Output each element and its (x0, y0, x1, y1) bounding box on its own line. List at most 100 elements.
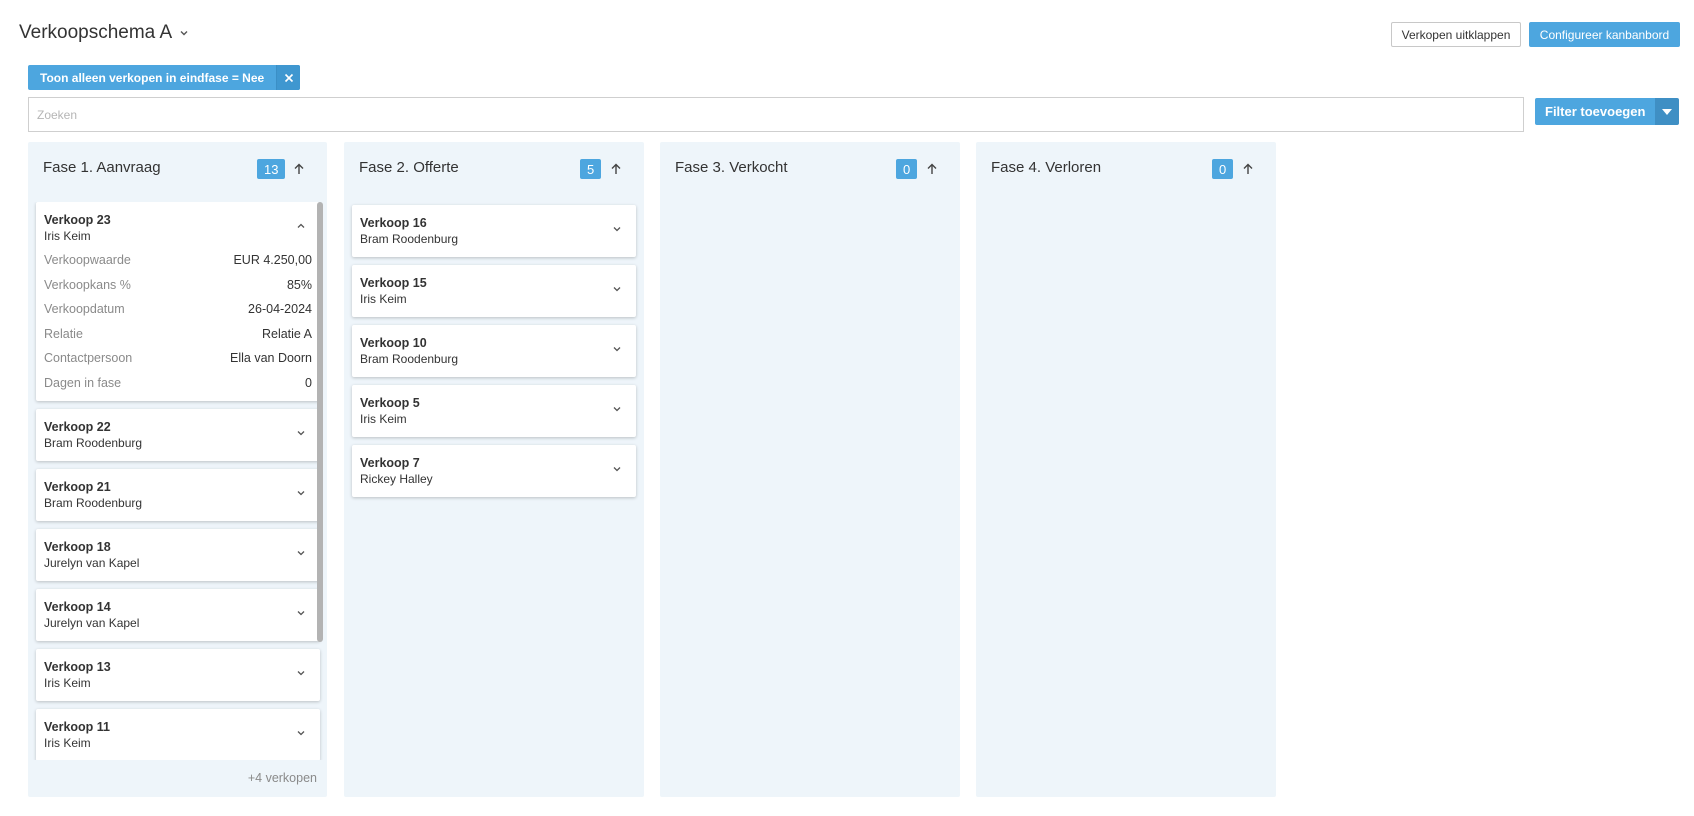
sort-arrow-up-icon[interactable] (1240, 161, 1256, 177)
sale-card-title: Verkoop 7 (360, 456, 420, 470)
sale-card[interactable]: Verkoop 18 Jurelyn van Kapel (36, 529, 320, 581)
detail-row: Contactpersoon Ella van Doorn (36, 346, 320, 371)
detail-row: Relatie Relatie A (36, 322, 320, 347)
chevron-down-icon (180, 31, 188, 36)
sale-card[interactable]: Verkoop 10 Bram Roodenburg (352, 325, 636, 377)
sort-arrow-up-icon[interactable] (608, 161, 624, 177)
column-card-list: Verkoop 16 Bram Roodenburg Verkoop 15 Iris… (352, 205, 636, 505)
chevron-down-icon[interactable] (611, 403, 623, 415)
detail-row: Dagen in fase 0 (36, 371, 320, 396)
sale-card[interactable]: Verkoop 13 Iris Keim (36, 649, 320, 701)
sale-card-title: Verkoop 22 (44, 420, 111, 434)
sale-card-person: Jurelyn van Kapel (44, 556, 140, 570)
sort-arrow-up-icon[interactable] (291, 161, 307, 177)
chevron-down-icon[interactable] (611, 343, 623, 355)
detail-label: Dagen in fase (44, 375, 122, 390)
sale-card-title: Verkoop 21 (44, 480, 111, 494)
sale-card-person: Bram Roodenburg (44, 496, 143, 510)
chevron-down-icon[interactable] (295, 727, 307, 739)
column-card-list[interactable]: Verkoop 23 Iris Keim Verkoopwaarde EUR 4.… (28, 202, 328, 760)
sale-card-person: Iris Keim (44, 229, 91, 243)
sale-card-title: Verkoop 5 (360, 396, 420, 410)
sale-card-person: Bram Roodenburg (360, 232, 459, 246)
column-title: Fase 4. Verloren (991, 159, 1102, 176)
detail-label: Verkoopdatum (44, 302, 125, 317)
sale-card-person: Bram Roodenburg (44, 436, 143, 450)
chevron-down-icon[interactable] (611, 283, 623, 295)
column-header: Fase 2. Offerte 5 (344, 142, 644, 192)
filter-chip-label: Toon alleen verkopen in eindfase = Nee (40, 70, 265, 85)
column-count-badge: 0 (1212, 159, 1234, 179)
detail-label: Relatie (44, 326, 83, 341)
detail-value: EUR 4.250,00 (233, 253, 312, 268)
detail-value: Relatie A (261, 326, 312, 341)
sale-card-person: Jurelyn van Kapel (44, 616, 140, 630)
more-sales-link[interactable]: +4 verkopen (248, 771, 317, 785)
column-count-badge: 13 (257, 159, 286, 179)
sale-card-title: Verkoop 14 (44, 600, 111, 614)
sale-card-title: Verkoop 18 (44, 540, 111, 554)
column-title: Fase 2. Offerte (359, 159, 459, 176)
sale-card[interactable]: Verkoop 23 Iris Keim Verkoopwaarde EUR 4.… (36, 202, 320, 401)
detail-row: Verkoopdatum 26-04-2024 (36, 297, 320, 322)
active-filter-chip: Toon alleen verkopen in eindfase = Nee (28, 65, 301, 90)
column-count-badge: 5 (580, 159, 602, 179)
column-header: Fase 3. Verkocht 0 (660, 142, 960, 192)
add-filter-label: Filter toevoegen (1535, 98, 1656, 125)
chevron-down-icon[interactable] (611, 463, 623, 475)
sale-card-person: Bram Roodenburg (360, 352, 459, 366)
chevron-down-icon[interactable] (295, 667, 307, 679)
chevron-down-icon[interactable] (295, 427, 307, 439)
detail-value: 0 (305, 375, 312, 390)
detail-label: Verkoopkans % (44, 277, 131, 292)
detail-label: Verkoopwaarde (44, 253, 131, 268)
sale-card-title: Verkoop 11 (44, 720, 111, 734)
sale-card-title: Verkoop 16 (360, 216, 427, 230)
detail-value: 85% (286, 277, 312, 292)
column-count-badge: 0 (896, 159, 918, 179)
sale-card-title: Verkoop 13 (44, 660, 111, 674)
kanban-column-verloren: Fase 4. Verloren 0 (976, 142, 1276, 797)
sale-card[interactable]: Verkoop 11 Iris Keim (36, 709, 320, 760)
sale-card[interactable]: Verkoop 15 Iris Keim (352, 265, 636, 317)
detail-value: 26-04-2024 (248, 302, 312, 317)
sale-card[interactable]: Verkoop 22 Bram Roodenburg (36, 409, 320, 461)
schema-selector[interactable]: Verkoopschema A (19, 22, 190, 44)
detail-row: Verkoopkans % 85% (36, 273, 320, 298)
kanban-column-offerte: Fase 2. Offerte 5 Verkoop 16 Bram Roodenb… (344, 142, 644, 797)
chevron-down-icon[interactable] (295, 547, 307, 559)
search-input[interactable] (28, 97, 1524, 132)
sale-card-person: Iris Keim (360, 292, 407, 306)
sale-card[interactable]: Verkoop 5 Iris Keim (352, 385, 636, 437)
expand-sales-button[interactable]: Verkopen uitklappen (1391, 22, 1521, 47)
kanban-column-verkocht: Fase 3. Verkocht 0 (660, 142, 960, 797)
chevron-down-icon[interactable] (611, 223, 623, 235)
chevron-down-icon[interactable] (295, 607, 307, 619)
sale-card-title: Verkoop 23 (44, 213, 111, 227)
sale-card-title: Verkoop 10 (360, 336, 427, 350)
detail-value: Ella van Doorn (230, 351, 312, 366)
configure-kanban-button[interactable]: Configureer kanbanbord (1529, 22, 1680, 47)
sale-card-person: Rickey Halley (360, 472, 433, 486)
sale-card[interactable]: Verkoop 14 Jurelyn van Kapel (36, 589, 320, 641)
chevron-up-icon[interactable] (295, 220, 307, 232)
sale-card[interactable]: Verkoop 16 Bram Roodenburg (352, 205, 636, 257)
column-header: Fase 4. Verloren 0 (976, 142, 1276, 192)
close-icon (284, 73, 293, 82)
column-header: Fase 1. Aanvraag 13 (28, 142, 327, 192)
sale-card[interactable]: Verkoop 21 Bram Roodenburg (36, 469, 320, 521)
column-title: Fase 1. Aanvraag (43, 159, 161, 176)
column-title: Fase 3. Verkocht (675, 159, 788, 176)
chevron-down-icon[interactable] (295, 487, 307, 499)
sale-card-person: Iris Keim (360, 412, 407, 426)
add-filter-button[interactable]: Filter toevoegen (1535, 98, 1680, 125)
add-filter-dropdown-toggle[interactable] (1655, 98, 1680, 125)
sale-card-person: Iris Keim (44, 676, 91, 690)
sale-card[interactable]: Verkoop 7 Rickey Halley (352, 445, 636, 497)
detail-label: Contactpersoon (44, 351, 133, 366)
remove-filter-button[interactable] (276, 65, 301, 90)
sort-arrow-up-icon[interactable] (924, 161, 940, 177)
sale-card-title: Verkoop 15 (360, 276, 427, 290)
column-scrollbar[interactable] (317, 202, 323, 642)
kanban-column-aanvraag: Fase 1. Aanvraag 13 Verkoop 23 Iris Keim… (28, 142, 327, 797)
